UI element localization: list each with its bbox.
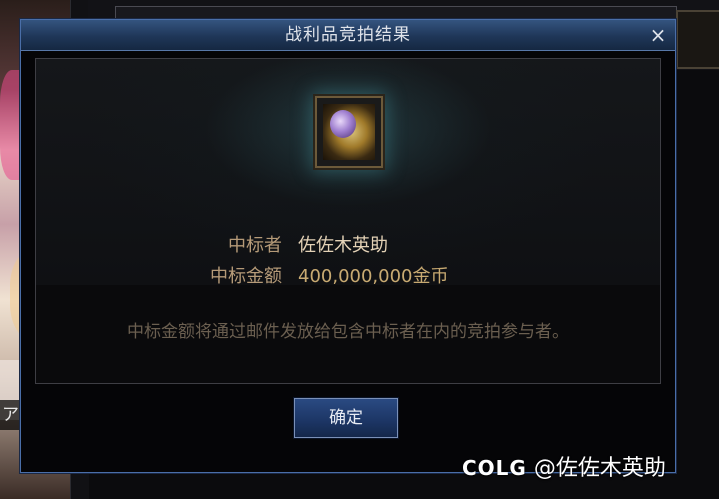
- background-panel: [676, 10, 719, 69]
- confirm-button[interactable]: 确定: [294, 398, 398, 438]
- amount-label: 中标金额: [210, 266, 282, 287]
- dialog-titlebar[interactable]: 战利品竞拍结果 ×: [21, 20, 675, 51]
- watermark: COLG @佐佐木英助: [462, 450, 666, 482]
- winner-value: 佐佐木英助: [298, 235, 388, 256]
- auction-result-dialog: 战利品竞拍结果 × 中标者 佐佐木英助 中标金额 400,000,000金币 中…: [20, 19, 676, 473]
- winner-label: 中标者: [228, 235, 282, 256]
- result-panel: 中标者 佐佐木英助 中标金额 400,000,000金币 中标金额将通过邮件发放…: [35, 58, 661, 384]
- close-icon[interactable]: ×: [649, 25, 667, 45]
- amount-value: 400,000,000金币: [298, 266, 449, 287]
- item-orb: [330, 110, 356, 138]
- dialog-title: 战利品竞拍结果: [285, 25, 411, 45]
- watermark-handle: @佐佐木英助: [533, 456, 666, 481]
- colg-logo: COLG: [462, 456, 527, 480]
- mail-notice: 中标金额将通过邮件发放给包含中标者在内的竞拍参与者。: [127, 322, 569, 342]
- loot-item-icon[interactable]: [315, 96, 383, 168]
